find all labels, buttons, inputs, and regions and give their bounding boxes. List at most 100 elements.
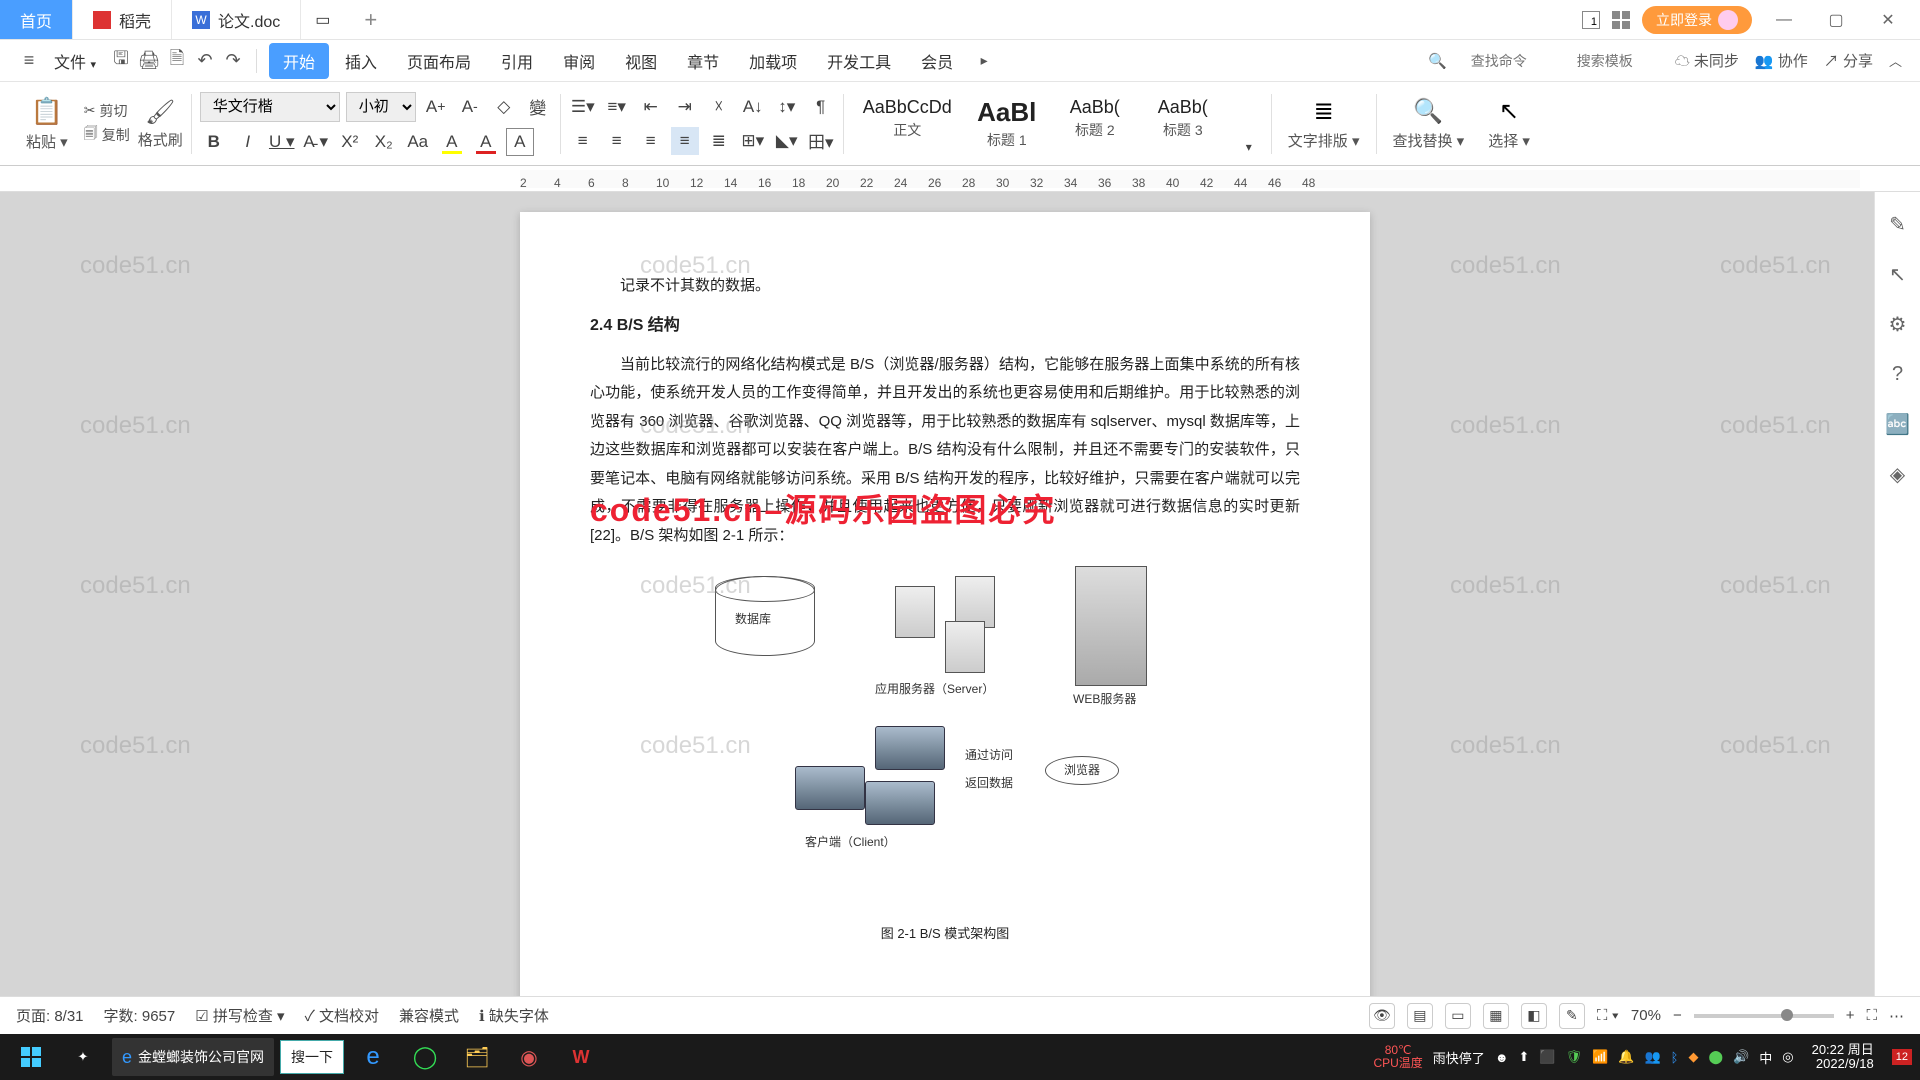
paste-label[interactable]: 粘贴 ▾ <box>26 131 68 152</box>
superscript-button[interactable]: X² <box>336 128 364 156</box>
style-1[interactable]: AaBl标题 1 <box>963 92 1051 155</box>
ruler[interactable]: 2468101214161820222426283032343638404244… <box>0 166 1920 192</box>
menu-more-icon[interactable]: ▸ <box>973 50 995 72</box>
decrease-indent-button[interactable]: ⇤ <box>637 93 665 121</box>
menu-item-4[interactable]: 审阅 <box>549 43 609 79</box>
volume-icon[interactable]: 🔊 <box>1733 1049 1749 1065</box>
tab-split-icon[interactable]: ▭ <box>301 0 344 39</box>
start-button[interactable] <box>8 1038 54 1076</box>
menu-item-1[interactable]: 插入 <box>331 43 391 79</box>
page-indicator[interactable]: 页面: 8/31 <box>16 1005 84 1026</box>
fullscreen-icon[interactable]: ⛶ <box>1866 1007 1877 1024</box>
menu-collapse-icon[interactable]: ︿ <box>1889 51 1902 70</box>
eye-icon[interactable]: 👁 <box>1369 1003 1395 1029</box>
copilot-icon[interactable]: ✦ <box>60 1038 106 1076</box>
clock[interactable]: 20:22 周日2022/9/18 <box>1804 1043 1882 1072</box>
asian-layout-button[interactable]: ☓ <box>705 93 733 121</box>
apps-grid-icon[interactable] <box>1612 11 1630 29</box>
zoom-slider[interactable] <box>1694 1014 1834 1018</box>
grow-font-icon[interactable]: A+ <box>422 93 450 121</box>
tab-docer[interactable]: 稻壳 <box>73 0 172 39</box>
translate-icon[interactable]: 🔤 <box>1886 412 1910 436</box>
weather-widget[interactable]: 雨快停了 <box>1433 1048 1485 1067</box>
tray-icon[interactable]: ᛒ <box>1671 1050 1679 1065</box>
font-size-select[interactable]: 小初 <box>346 92 416 122</box>
menu-item-8[interactable]: 开发工具 <box>813 43 905 79</box>
print-icon[interactable]: 🖨 <box>138 50 160 72</box>
tab-home[interactable]: 首页 <box>0 0 73 39</box>
clear-format-icon[interactable]: ◇ <box>490 93 518 121</box>
search-command-input[interactable] <box>1463 49 1553 73</box>
settings-panel-icon[interactable]: ⚙ <box>1886 312 1910 336</box>
indent-settings-button[interactable]: ⊞▾ <box>739 127 767 155</box>
ie-icon-task[interactable]: e <box>350 1038 396 1076</box>
numbering-button[interactable]: ≡▾ <box>603 93 631 121</box>
hamburger-icon[interactable]: ≡ <box>18 50 40 72</box>
tray-icon[interactable]: ⬛ <box>1539 1049 1555 1065</box>
text-layout-button[interactable]: ≣文字排版 ▾ <box>1280 97 1368 151</box>
wps-icon[interactable]: W <box>558 1038 604 1076</box>
zoom-fit-icon[interactable]: ⛶ ▾ <box>1597 1007 1619 1024</box>
align-center-button[interactable]: ≡ <box>603 127 631 155</box>
tray-icon[interactable]: ◆ <box>1688 1049 1698 1065</box>
align-left-button[interactable]: ≡ <box>569 127 597 155</box>
menu-file[interactable]: 文件 ▾ <box>46 43 104 79</box>
zoom-out-button[interactable]: − <box>1673 1007 1682 1024</box>
spellcheck-toggle[interactable]: ☑ 拼写检查 ▾ <box>195 1005 284 1026</box>
tray-icon[interactable]: 📶 <box>1592 1049 1608 1065</box>
outline-view-icon[interactable]: ▦ <box>1483 1003 1509 1029</box>
share-button[interactable]: ↗ 分享 <box>1824 50 1873 71</box>
bold-button[interactable]: B <box>200 128 228 156</box>
find-replace-button[interactable]: 🔍查找替换 ▾ <box>1385 97 1473 151</box>
align-right-button[interactable]: ≡ <box>637 127 665 155</box>
read-view-icon[interactable]: ▤ <box>1407 1003 1433 1029</box>
missing-font[interactable]: ℹ 缺失字体 <box>479 1005 549 1026</box>
subscript-button[interactable]: X₂ <box>370 128 398 156</box>
word-count[interactable]: 字数: 9657 <box>104 1005 176 1026</box>
window-mode-icon[interactable]: 1 <box>1582 11 1600 29</box>
annotation-icon[interactable]: ✎ <box>1559 1003 1585 1029</box>
select-button[interactable]: ↖选择 ▾ <box>1480 97 1538 151</box>
more-icon[interactable]: ⋯ <box>1889 1007 1904 1025</box>
paste-icon[interactable]: 📋 <box>31 96 63 127</box>
styles-more-icon[interactable]: ▾ <box>1235 133 1263 161</box>
menu-item-7[interactable]: 加载项 <box>735 43 811 79</box>
tools-icon[interactable]: ◈ <box>1886 462 1910 486</box>
highlight-button[interactable]: A <box>438 128 466 156</box>
style-2[interactable]: AaBb(标题 2 <box>1051 92 1139 155</box>
tray-icon[interactable]: ⬆ <box>1519 1049 1530 1065</box>
menu-item-0[interactable]: 开始 <box>269 43 329 79</box>
cut-button[interactable]: ✂ 剪切 <box>84 101 130 121</box>
ime-indicator[interactable]: 中 <box>1759 1048 1772 1067</box>
taskbar-browser-window[interactable]: e金螳螂装饰公司官网 <box>112 1038 274 1076</box>
pen-tool-icon[interactable]: ✎ <box>1886 212 1910 236</box>
style-3[interactable]: AaBb(标题 3 <box>1139 92 1227 155</box>
web-view-icon[interactable]: ◧ <box>1521 1003 1547 1029</box>
sync-status[interactable]: ☁ 未同步 <box>1675 50 1739 71</box>
cpu-temp[interactable]: 80℃CPU温度 <box>1373 1044 1422 1070</box>
maximize-button[interactable]: ▢ <box>1816 5 1856 35</box>
new-tab-button[interactable]: + <box>344 0 397 39</box>
edge-icon[interactable]: ◯ <box>402 1038 448 1076</box>
borders-button[interactable]: 田▾ <box>807 127 835 155</box>
bullets-button[interactable]: ☰▾ <box>569 93 597 121</box>
font-color-button[interactable]: A <box>472 128 500 156</box>
italic-button[interactable]: I <box>234 128 262 156</box>
menu-item-3[interactable]: 引用 <box>487 43 547 79</box>
tab-document[interactable]: W论文.doc <box>172 0 301 39</box>
save-icon[interactable]: 🖫 <box>110 50 132 72</box>
search-template-input[interactable] <box>1569 49 1659 73</box>
menu-item-9[interactable]: 会员 <box>907 43 967 79</box>
shading-button[interactable]: ◣▾ <box>773 127 801 155</box>
minimize-button[interactable]: — <box>1764 5 1804 35</box>
tray-icon[interactable]: 🔔 <box>1618 1049 1634 1065</box>
proofing-button[interactable]: ✓ 文档校对 <box>305 1005 379 1026</box>
cursor-tool-icon[interactable]: ↖ <box>1886 262 1910 286</box>
tray-icon[interactable]: ◎ <box>1782 1049 1793 1065</box>
page-view-icon[interactable]: ▭ <box>1445 1003 1471 1029</box>
menu-item-5[interactable]: 视图 <box>611 43 671 79</box>
zoom-in-button[interactable]: + <box>1846 1007 1855 1024</box>
char-border-button[interactable]: A <box>506 128 534 156</box>
styles-gallery[interactable]: AaBbCcDd正文AaBl标题 1AaBb(标题 2AaBb(标题 3 <box>852 92 1227 155</box>
zoom-level[interactable]: 70% <box>1631 1007 1661 1024</box>
